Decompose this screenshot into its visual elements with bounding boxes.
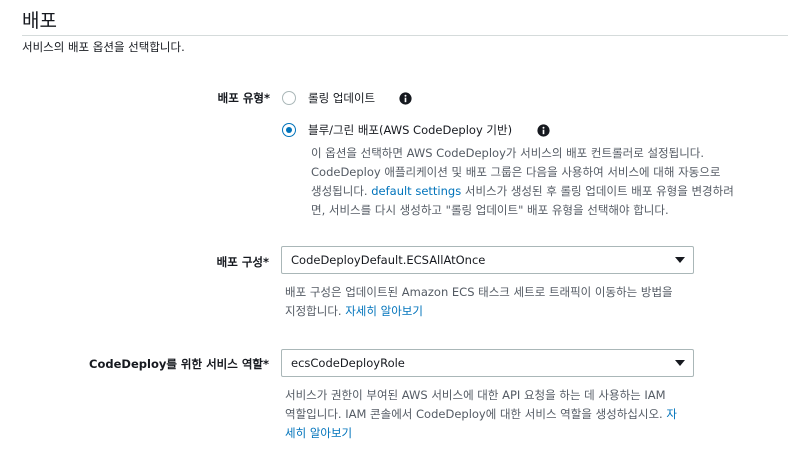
learn-more-link[interactable]: 세히 알아보기 (285, 426, 352, 440)
deployment-config-help: 배포 구성은 업데이트된 Amazon ECS 태스크 세트로 트래픽이 이동하… (285, 283, 785, 321)
deployment-config-label: 배포 구성* (216, 255, 269, 269)
rolling-update-label[interactable]: 롤링 업데이트 (308, 90, 375, 106)
help-line: CodeDeploy 애플리케이션 및 배포 그룹은 다음을 사용하여 서비스에… (311, 165, 721, 179)
help-line: 서비스가 권한이 부여된 AWS 서비스에 대한 API 요청을 하는 데 사용… (285, 388, 666, 402)
deployment-type-label: 배포 유형* (217, 91, 270, 105)
default-settings-link[interactable]: default settings (371, 184, 461, 198)
deployment-config-select[interactable]: CodeDeployDefault.ECSAllAtOnce (281, 246, 694, 274)
service-role-label: CodeDeploy를 위한 서비스 역할* (89, 357, 269, 371)
section-description: 서비스의 배포 옵션을 선택합니다. (22, 40, 185, 54)
section-title: 배포 (22, 10, 57, 32)
service-role-select[interactable]: ecsCodeDeployRole (281, 349, 694, 377)
blue-green-help: 이 옵션을 선택하면 AWS CodeDeploy가 서비스의 배포 컨트롤러로… (311, 144, 791, 220)
rolling-update-radio[interactable] (282, 91, 296, 105)
learn-more-link[interactable]: 자 (666, 407, 677, 421)
help-text-span: 지정합니다. (285, 304, 346, 318)
help-line: 면, 서비스를 다시 생성하고 "롤링 업데이트" 배포 유형을 선택해야 합니… (311, 203, 669, 217)
help-text-span: 생성됩니다. (311, 184, 372, 198)
help-line: 배포 구성은 업데이트된 Amazon ECS 태스크 세트로 트래픽이 이동하… (285, 285, 673, 299)
service-role-value: ecsCodeDeployRole (291, 356, 405, 370)
blue-green-label[interactable]: 블루/그린 배포(AWS CodeDeploy 기반) (308, 122, 512, 138)
help-text-span: 서비스가 생성된 후 롤링 업데이트 배포 유형을 변경하려 (461, 184, 734, 198)
help-line: 세히 알아보기 (285, 424, 790, 443)
title-divider (22, 35, 788, 36)
blue-green-radio[interactable] (282, 123, 296, 137)
help-text-span: 역할입니다. IAM 콘솔에서 CodeDeploy에 대한 서비스 역할을 생… (285, 407, 667, 421)
help-line: 이 옵션을 선택하면 AWS CodeDeploy가 서비스의 배포 컨트롤러로… (311, 146, 705, 160)
deployment-config-value: CodeDeployDefault.ECSAllAtOnce (291, 253, 486, 267)
info-icon[interactable] (399, 92, 412, 105)
caret-down-icon (675, 257, 685, 263)
deployment-section: 배포 서비스의 배포 옵션을 선택합니다. 배포 유형* 롤링 업데이트 블루/… (0, 0, 800, 450)
help-line: 생성됩니다. default settings 서비스가 생성된 후 롤링 업데… (311, 182, 791, 201)
help-line: 지정합니다. 자세히 알아보기 (285, 302, 785, 321)
caret-down-icon (675, 360, 685, 366)
learn-more-link[interactable]: 자세히 알아보기 (345, 304, 423, 318)
help-line: 역할입니다. IAM 콘솔에서 CodeDeploy에 대한 서비스 역할을 생… (285, 405, 790, 424)
service-role-help: 서비스가 권한이 부여된 AWS 서비스에 대한 API 요청을 하는 데 사용… (285, 386, 790, 443)
info-icon[interactable] (537, 124, 550, 137)
